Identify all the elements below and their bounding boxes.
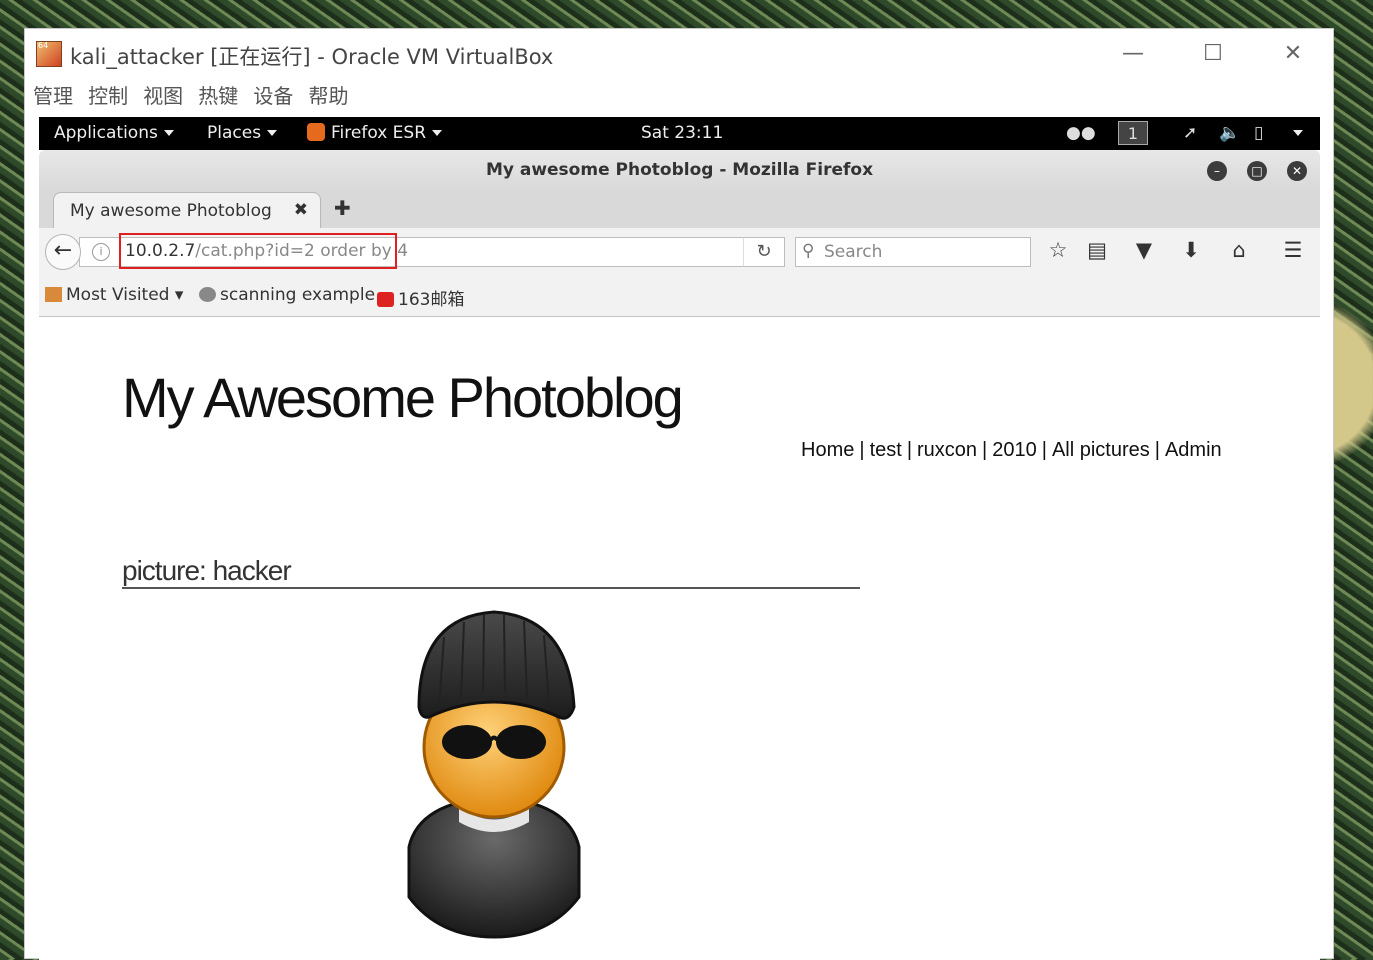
nav-link-2010[interactable]: 2010 (992, 439, 1037, 461)
navigation-toolbar: i 10.0.2.7/cat.php?id=2 order by 4 ↻ ← ⚲… (39, 228, 1320, 276)
site-title: My Awesome Photoblog (122, 366, 684, 429)
gnome-top-bar: Applications Places Firefox ESR Sat 23:1… (39, 117, 1320, 150)
pocket-icon[interactable]: ▼ (1129, 238, 1159, 262)
folder-icon (45, 287, 62, 302)
menu-view[interactable]: 视图 (143, 81, 183, 111)
url-bar[interactable]: i 10.0.2.7/cat.php?id=2 order by 4 ↻ (79, 233, 785, 269)
menu-help[interactable]: 帮助 (308, 81, 348, 111)
hamburger-menu-icon[interactable]: ☰ (1278, 238, 1308, 262)
network-icon[interactable]: ➚ (1183, 123, 1197, 143)
guest-screen: Applications Places Firefox ESR Sat 23:1… (39, 117, 1320, 960)
virtualbox-app-icon (36, 41, 62, 67)
bookmark-label: 163邮箱 (398, 290, 465, 310)
close-icon[interactable]: ✕ (1287, 161, 1307, 181)
new-tab-plus-icon[interactable]: ✚ (334, 196, 351, 220)
globe-icon (199, 287, 216, 302)
applications-label: Applications (54, 123, 158, 143)
nav-link-home[interactable]: Home (801, 439, 854, 461)
picture-heading: picture: hacker (122, 555, 860, 589)
maximize-icon[interactable]: □ (1247, 161, 1267, 181)
nav-link-all-pictures[interactable]: All pictures (1052, 439, 1150, 461)
virtualbox-titlebar: kali_attacker [正在运行] - Oracle VM Virtual… (25, 29, 1333, 79)
nav-link-ruxcon[interactable]: ruxcon (917, 439, 977, 461)
bookmark-star-icon[interactable]: ☆ (1043, 238, 1073, 262)
downloads-icon[interactable]: ⬇ (1176, 238, 1206, 262)
home-icon[interactable]: ⌂ (1224, 238, 1254, 262)
page-content: My Awesome Photoblog Home | test | ruxcon | 20… (39, 317, 1320, 960)
caret-down-icon (267, 130, 278, 136)
firefox-window-title: My awesome Photoblog - Mozilla Firefox (485, 160, 874, 180)
search-placeholder: Search (824, 242, 883, 262)
bookmark-most-visited[interactable]: Most Visited ▾ (45, 285, 183, 305)
menu-devices[interactable]: 设备 (253, 81, 293, 111)
nav-link-test[interactable]: test (870, 439, 902, 461)
back-button[interactable]: ← (45, 234, 81, 270)
reload-icon[interactable]: ↻ (743, 238, 784, 266)
search-bar[interactable]: ⚲ Search (795, 237, 1031, 267)
minimize-icon[interactable]: – (1207, 161, 1227, 181)
battery-icon[interactable]: ▯ (1254, 123, 1263, 143)
minimize-button[interactable]: — (1113, 39, 1153, 69)
url-highlight-box (119, 233, 397, 269)
tab-close-icon[interactable]: ✖ (294, 200, 308, 220)
menu-control[interactable]: 控制 (88, 81, 128, 111)
site-nav: Home | test | ruxcon | 2010 | All pictures | Admin (801, 439, 1222, 461)
places-menu[interactable]: Places (207, 123, 278, 143)
close-button[interactable]: ✕ (1273, 39, 1313, 69)
people-icon[interactable]: ●● (1066, 123, 1096, 143)
volume-icon[interactable]: 🔈 (1219, 123, 1240, 143)
system-menu-caret-icon[interactable] (1287, 123, 1303, 143)
tab-label: My awesome Photoblog (70, 201, 272, 221)
firefox-app-label: Firefox ESR (331, 123, 427, 143)
maximize-button[interactable]: ☐ (1193, 39, 1233, 69)
workspace-indicator[interactable]: 1 (1118, 121, 1148, 145)
places-label: Places (207, 123, 262, 143)
info-icon[interactable]: i (92, 243, 110, 261)
clock[interactable]: Sat 23:11 (641, 123, 723, 143)
bookmark-label: Most Visited ▾ (66, 285, 184, 305)
firefox-icon (307, 123, 325, 141)
reader-view-icon[interactable]: ▤ (1082, 238, 1112, 262)
nav-link-admin[interactable]: Admin (1165, 439, 1222, 461)
bookmarks-toolbar: Most Visited ▾ scanning example 163邮箱 (39, 276, 1320, 317)
hacker-picture (407, 610, 581, 939)
mail-163-icon (377, 292, 394, 307)
firefox-app-menu[interactable]: Firefox ESR (307, 123, 443, 143)
bookmark-scanning-example[interactable]: scanning example (199, 285, 375, 305)
menu-hotkeys[interactable]: 热键 (198, 81, 238, 111)
search-icon: ⚲ (802, 241, 815, 261)
tab-photoblog[interactable]: My awesome Photoblog ✖ (53, 192, 321, 228)
bookmark-label: scanning example (220, 285, 376, 305)
tab-strip: My awesome Photoblog ✖ ✚ (39, 190, 1320, 228)
virtualbox-menubar: 管理 控制 视图 热键 设备 帮助 (25, 81, 1333, 113)
caret-down-icon (163, 130, 174, 136)
bookmark-163-mail[interactable]: 163邮箱 (377, 285, 464, 310)
caret-down-icon (432, 130, 443, 136)
menu-manage[interactable]: 管理 (33, 81, 73, 111)
applications-menu[interactable]: Applications (54, 123, 174, 143)
firefox-titlebar: My awesome Photoblog - Mozilla Firefox –… (39, 150, 1320, 190)
virtualbox-window-title: kali_attacker [正在运行] - Oracle VM Virtual… (70, 45, 554, 69)
virtualbox-window: kali_attacker [正在运行] - Oracle VM Virtual… (24, 28, 1334, 960)
